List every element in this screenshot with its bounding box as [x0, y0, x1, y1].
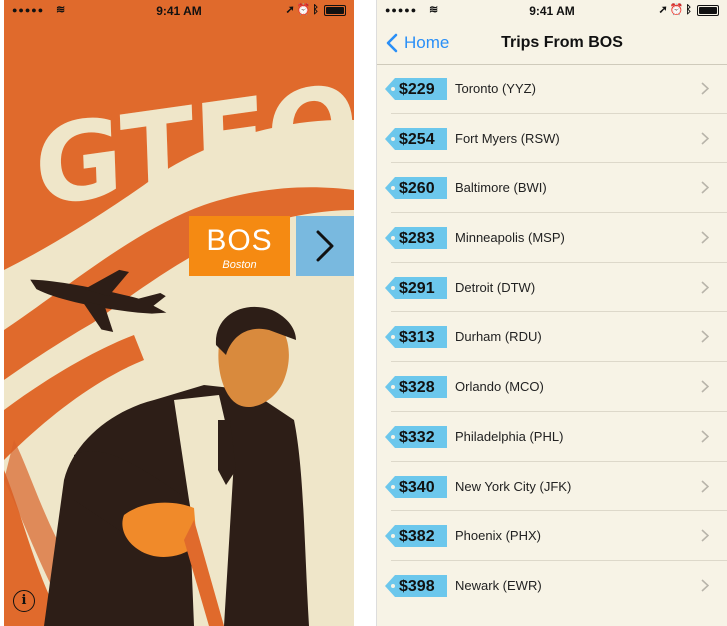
trip-price: $260: [399, 180, 435, 198]
trip-destination: Fort Myers (RSW): [455, 130, 560, 146]
chevron-right-icon: [701, 281, 709, 294]
price-tag: $398: [385, 574, 448, 598]
bluetooth-icon: ᛒ: [312, 4, 321, 16]
trip-row[interactable]: $283 Minneapolis (MSP): [385, 213, 727, 263]
price-tag: $229: [385, 77, 448, 101]
trip-row[interactable]: $260 Baltimore (BWI): [385, 163, 727, 214]
trip-destination: Minneapolis (MSP): [455, 230, 565, 246]
chevron-right-icon: [316, 230, 334, 262]
trip-row[interactable]: $332 Philadelphia (PHL): [385, 412, 727, 462]
chevron-right-icon: [701, 231, 709, 244]
trip-destination: Baltimore (BWI): [455, 180, 547, 196]
trip-row[interactable]: $328 Orlando (MCO): [385, 362, 727, 412]
trip-destination: Detroit (DTW): [455, 279, 536, 295]
price-tag: $291: [385, 276, 448, 300]
chevron-right-icon: [701, 479, 709, 493]
status-bar: ●●●●● ≋ 9:41 AM ➚⏰ᛒ: [4, 0, 354, 22]
chevron-right-icon: [701, 181, 709, 194]
price-tag: $340: [385, 475, 448, 499]
trip-price: $313: [399, 329, 435, 347]
go-button[interactable]: [296, 216, 354, 276]
price-tag: $332: [385, 425, 448, 449]
chevron-right-icon: [701, 579, 709, 592]
bluetooth-icon: ᛒ: [685, 4, 694, 16]
trip-row[interactable]: $398 Newark (EWR): [385, 561, 727, 611]
battery-icon: [324, 4, 346, 16]
trip-row[interactable]: $229 Toronto (YYZ): [385, 64, 727, 114]
trips-screen: ●●●●● ≋ 9:41 AM ➚⏰ᛒ Home Trips From BOS …: [376, 0, 727, 626]
trip-price: $332: [399, 428, 435, 446]
trip-row[interactable]: $382 Phoenix (PHX): [385, 511, 727, 561]
trip-list: $229 Toronto (YYZ) $254 Fort Myers (RSW)…: [377, 64, 727, 611]
trip-destination: Phoenix (PHX): [455, 528, 541, 544]
trip-price: $340: [399, 478, 435, 496]
trip-destination: New York City (JFK): [455, 478, 572, 494]
origin-city: Boston: [222, 259, 257, 271]
trip-destination: Durham (RDU): [455, 329, 542, 345]
trip-price: $254: [399, 130, 435, 148]
splash-screen: GTFO! ●●●●● ≋ 9:41 AM ➚⏰ᛒ BOS Boston i: [4, 0, 354, 626]
status-bar: ●●●●● ≋ 9:41 AM ➚⏰ᛒ: [377, 0, 727, 22]
trip-row[interactable]: $313 Durham (RDU): [385, 312, 727, 363]
trip-price: $382: [399, 528, 435, 546]
price-tag: $382: [385, 524, 448, 548]
trip-price: $291: [399, 279, 435, 297]
chevron-right-icon: [701, 529, 709, 542]
chevron-right-icon: [701, 430, 709, 443]
trip-destination: Philadelphia (PHL): [455, 428, 564, 444]
trip-price: $328: [399, 379, 435, 397]
battery-icon: [697, 4, 719, 16]
trip-price: $229: [399, 81, 435, 98]
trip-destination: Toronto (YYZ): [455, 81, 536, 96]
trip-price: $398: [399, 577, 435, 595]
trip-row[interactable]: $291 Detroit (DTW): [385, 263, 727, 313]
price-tag: $313: [385, 325, 448, 349]
trip-destination: Newark (EWR): [455, 577, 542, 593]
price-tag: $328: [385, 375, 448, 399]
price-tag: $254: [385, 127, 448, 151]
info-icon[interactable]: i: [13, 590, 35, 612]
trip-price: $283: [399, 230, 435, 248]
price-tag: $283: [385, 226, 448, 250]
origin-airport-button[interactable]: BOS Boston: [189, 216, 290, 276]
trip-row[interactable]: $340 New York City (JFK): [385, 462, 727, 512]
alarm-icon: ⏰: [296, 4, 313, 16]
chevron-right-icon: [701, 330, 709, 344]
trip-row[interactable]: $254 Fort Myers (RSW): [385, 114, 727, 164]
page-title: Trips From BOS: [501, 34, 623, 51]
chevron-right-icon: [701, 132, 709, 145]
location-icon: ➚: [658, 4, 670, 16]
origin-code: BOS: [206, 224, 273, 257]
chevron-right-icon: [701, 380, 709, 393]
alarm-icon: ⏰: [669, 4, 686, 16]
price-tag: $260: [385, 176, 448, 200]
chevron-right-icon: [701, 82, 709, 95]
poster-illustration: GTFO!: [4, 0, 354, 626]
navigation-bar: Home Trips From BOS: [377, 22, 727, 65]
trip-destination: Orlando (MCO): [455, 379, 544, 395]
location-icon: ➚: [285, 4, 297, 16]
